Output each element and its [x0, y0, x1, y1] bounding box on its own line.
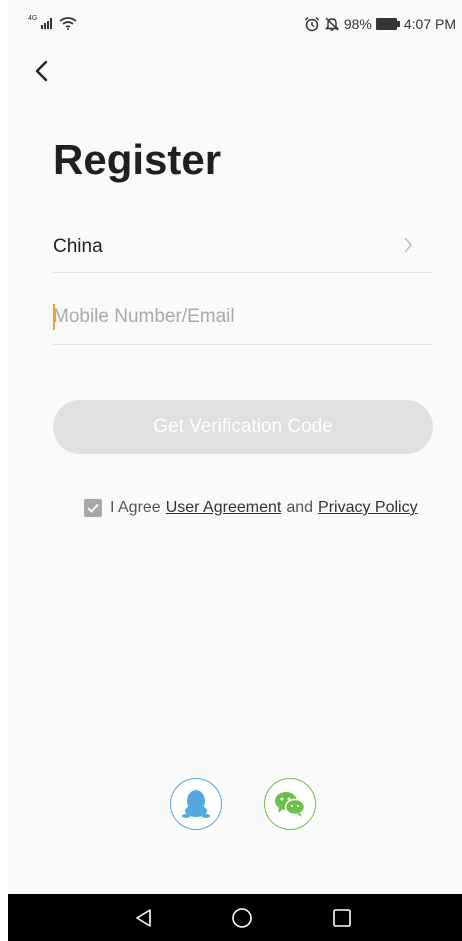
wechat-login-button[interactable] [264, 778, 316, 830]
battery-icon [375, 18, 400, 30]
status-time: 4:07 PM [403, 16, 456, 32]
wechat-icon [275, 792, 306, 817]
check-icon [87, 503, 99, 513]
page-title: Register [53, 136, 222, 183]
agree-checkbox[interactable] [84, 499, 102, 517]
battery-percent: 98% [343, 16, 372, 32]
status-right: 98% 4:07 PM [304, 16, 456, 32]
alarm-icon [304, 16, 319, 32]
signal-icon [41, 18, 53, 29]
qq-icon [182, 790, 210, 818]
system-nav-bar [8, 894, 462, 941]
chevron-left-icon [35, 60, 48, 82]
network-type: 4G [28, 14, 38, 22]
mute-icon [324, 17, 340, 31]
country-selector[interactable]: China [53, 220, 433, 273]
status-bar: 4G 98% 4:07 PM [8, 0, 462, 46]
qq-login-button[interactable] [170, 778, 222, 830]
country-value: China [53, 236, 103, 257]
agreement-row: I Agree User Agreement and Privacy Polic… [84, 497, 418, 519]
text-caret [53, 304, 55, 330]
privacy-policy-link[interactable]: Privacy Policy [318, 499, 418, 517]
chevron-right-icon [404, 237, 412, 253]
nav-recent-icon[interactable] [330, 906, 354, 930]
status-left: 4G [28, 14, 77, 30]
agree-prefix: I Agree [110, 499, 161, 516]
get-verification-code-button[interactable]: Get Verification Code [53, 400, 433, 454]
agree-conjunction: and [286, 499, 314, 516]
account-field [53, 292, 433, 345]
nav-back-icon[interactable] [132, 906, 156, 930]
register-screen: 4G 98% 4:07 PM Register China Mobile Num… [8, 0, 462, 941]
account-input[interactable] [53, 292, 433, 342]
user-agreement-link[interactable]: User Agreement [166, 499, 282, 517]
wifi-icon [59, 17, 77, 30]
back-button[interactable] [26, 56, 56, 86]
nav-home-icon[interactable] [230, 906, 254, 930]
